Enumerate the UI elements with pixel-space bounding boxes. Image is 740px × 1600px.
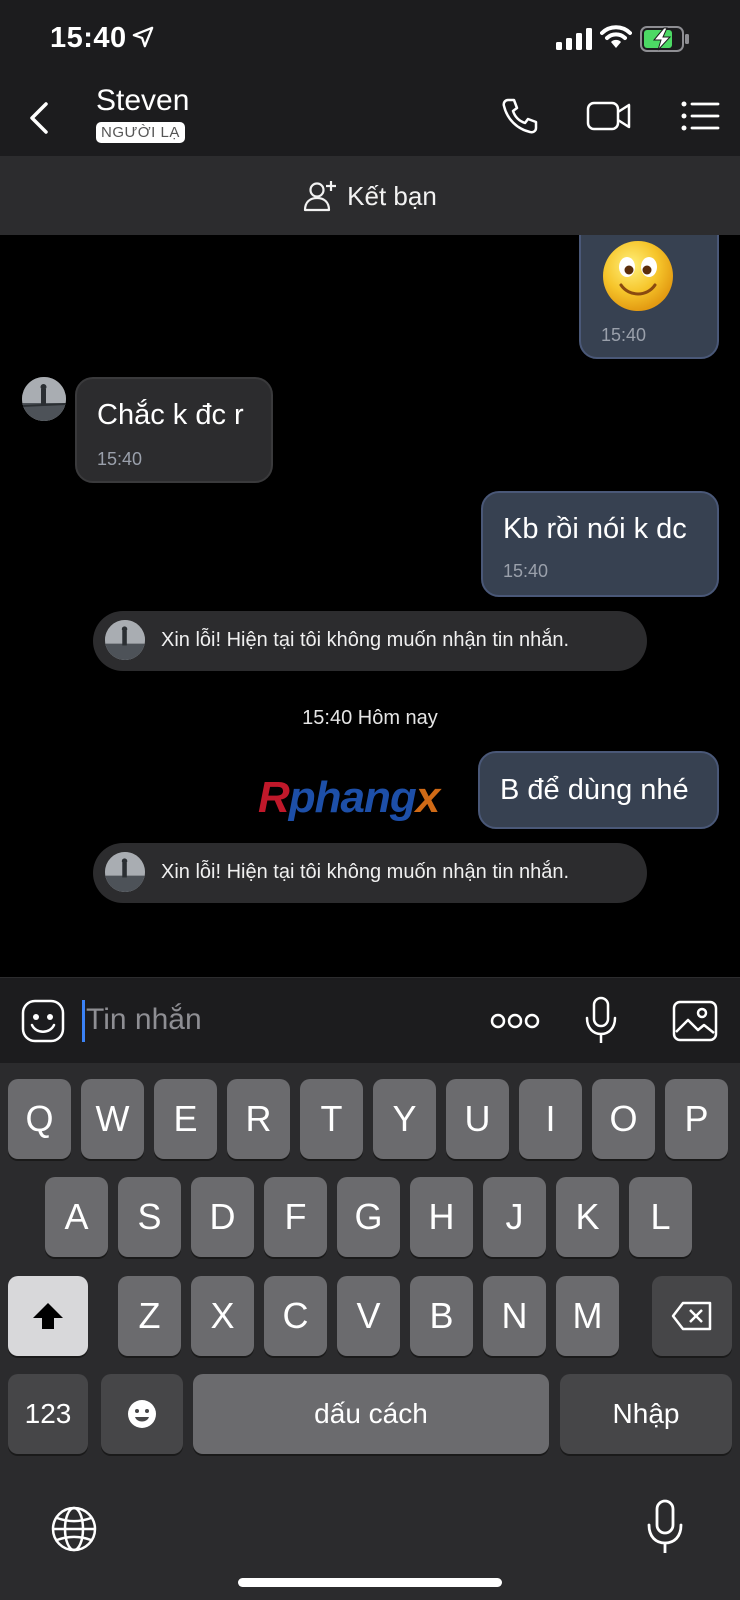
key-r[interactable]: R <box>227 1079 290 1159</box>
key-j[interactable]: J <box>483 1177 546 1257</box>
emoji-key[interactable] <box>101 1374 183 1454</box>
key-g[interactable]: G <box>337 1177 400 1257</box>
shift-key[interactable] <box>8 1276 88 1356</box>
key-l[interactable]: L <box>629 1177 692 1257</box>
dictation-mic-icon[interactable] <box>646 1499 684 1555</box>
message-time: 15:40 <box>97 449 143 469</box>
wifi-icon <box>600 25 632 48</box>
key-m[interactable]: M <box>556 1276 619 1356</box>
chat-header: Steven NGƯỜI LẠ <box>0 80 740 157</box>
key-z[interactable]: Z <box>118 1276 181 1356</box>
contact-avatar <box>105 852 145 892</box>
message-text: Kb rồi nói k dc <box>503 513 687 545</box>
key-y[interactable]: Y <box>373 1079 436 1159</box>
watermark-logo: Rphangx <box>258 773 440 822</box>
key-k[interactable]: K <box>556 1177 619 1257</box>
key-x[interactable]: X <box>191 1276 254 1356</box>
auto-reply-notice: Xin lỗi! Hiện tại tôi không muốn nhận ti… <box>93 843 647 903</box>
message-text: Chắc k đc r <box>97 399 244 431</box>
signal-icon <box>556 28 592 50</box>
key-a[interactable]: A <box>45 1177 108 1257</box>
key-n[interactable]: N <box>483 1276 546 1356</box>
more-options-icon[interactable] <box>490 1011 540 1031</box>
emoji-face-icon <box>128 1400 156 1428</box>
key-b[interactable]: B <box>410 1276 473 1356</box>
contact-avatar <box>105 620 145 660</box>
video-call-icon[interactable] <box>586 96 632 136</box>
message-bubble-outgoing[interactable]: 15:40 <box>579 235 719 359</box>
key-q[interactable]: Q <box>8 1079 71 1159</box>
stranger-badge: NGƯỜI LẠ <box>96 122 185 143</box>
date-separator: 15:40 Hôm nay <box>302 707 438 729</box>
phone-call-icon[interactable] <box>500 96 540 136</box>
key-i[interactable]: I <box>519 1079 582 1159</box>
key-f[interactable]: F <box>264 1177 327 1257</box>
key-c[interactable]: C <box>264 1276 327 1356</box>
status-time: 15:40 <box>50 22 127 54</box>
on-screen-keyboard: Q W E R T Y U I O P A S D F G H J K L Z … <box>0 1063 740 1600</box>
key-u[interactable]: U <box>446 1079 509 1159</box>
backspace-icon <box>671 1301 712 1331</box>
add-person-icon <box>304 181 337 212</box>
smile-emoji-icon <box>603 241 673 311</box>
key-h[interactable]: H <box>410 1177 473 1257</box>
message-time: 15:40 <box>601 325 647 345</box>
backspace-key[interactable] <box>652 1276 732 1356</box>
message-input[interactable] <box>86 998 466 1042</box>
shift-arrow-icon <box>33 1303 63 1329</box>
message-list[interactable]: 15:40 Chắc k đc r 15:40 Kb rồi nói k dc … <box>0 235 740 977</box>
auto-reply-text: Xin lỗi! Hiện tại tôi không muốn nhận ti… <box>161 861 570 883</box>
contact-avatar[interactable] <box>22 377 66 421</box>
message-bubble-outgoing[interactable]: B để dùng nhé <box>478 751 719 829</box>
contact-name[interactable]: Steven <box>96 84 189 118</box>
key-w[interactable]: W <box>81 1079 144 1159</box>
message-composer <box>0 977 740 1063</box>
key-d[interactable]: D <box>191 1177 254 1257</box>
globe-icon[interactable] <box>50 1505 98 1553</box>
microphone-icon[interactable] <box>584 996 618 1046</box>
key-o[interactable]: O <box>592 1079 655 1159</box>
menu-list-icon[interactable] <box>680 96 720 136</box>
battery-charging-icon <box>640 26 689 52</box>
key-e[interactable]: E <box>154 1079 217 1159</box>
message-text: B để dùng nhé <box>500 774 689 806</box>
text-cursor <box>82 1000 85 1042</box>
back-chevron-icon[interactable] <box>22 96 58 140</box>
status-bar: 15:40 <box>0 0 740 80</box>
location-arrow-icon <box>132 26 154 48</box>
message-bubble-incoming[interactable]: Chắc k đc r 15:40 <box>75 377 273 483</box>
key-p[interactable]: P <box>665 1079 728 1159</box>
enter-key[interactable]: Nhập <box>560 1374 732 1454</box>
message-bubble-outgoing[interactable]: Kb rồi nói k dc 15:40 <box>481 491 719 597</box>
auto-reply-notice: Xin lỗi! Hiện tại tôi không muốn nhận ti… <box>93 611 647 671</box>
sticker-emoji-icon[interactable] <box>20 998 66 1044</box>
space-key[interactable]: dấu cách <box>193 1374 549 1454</box>
numbers-key[interactable]: 123 <box>8 1374 88 1454</box>
add-friend-label: Kết bạn <box>347 180 437 211</box>
key-s[interactable]: S <box>118 1177 181 1257</box>
home-indicator[interactable] <box>238 1578 502 1587</box>
message-time: 15:40 <box>503 561 549 581</box>
key-t[interactable]: T <box>300 1079 363 1159</box>
key-v[interactable]: V <box>337 1276 400 1356</box>
add-friend-button[interactable]: Kết bạn <box>0 157 740 235</box>
auto-reply-text: Xin lỗi! Hiện tại tôi không muốn nhận ti… <box>161 629 570 651</box>
image-gallery-icon[interactable] <box>672 1000 718 1042</box>
